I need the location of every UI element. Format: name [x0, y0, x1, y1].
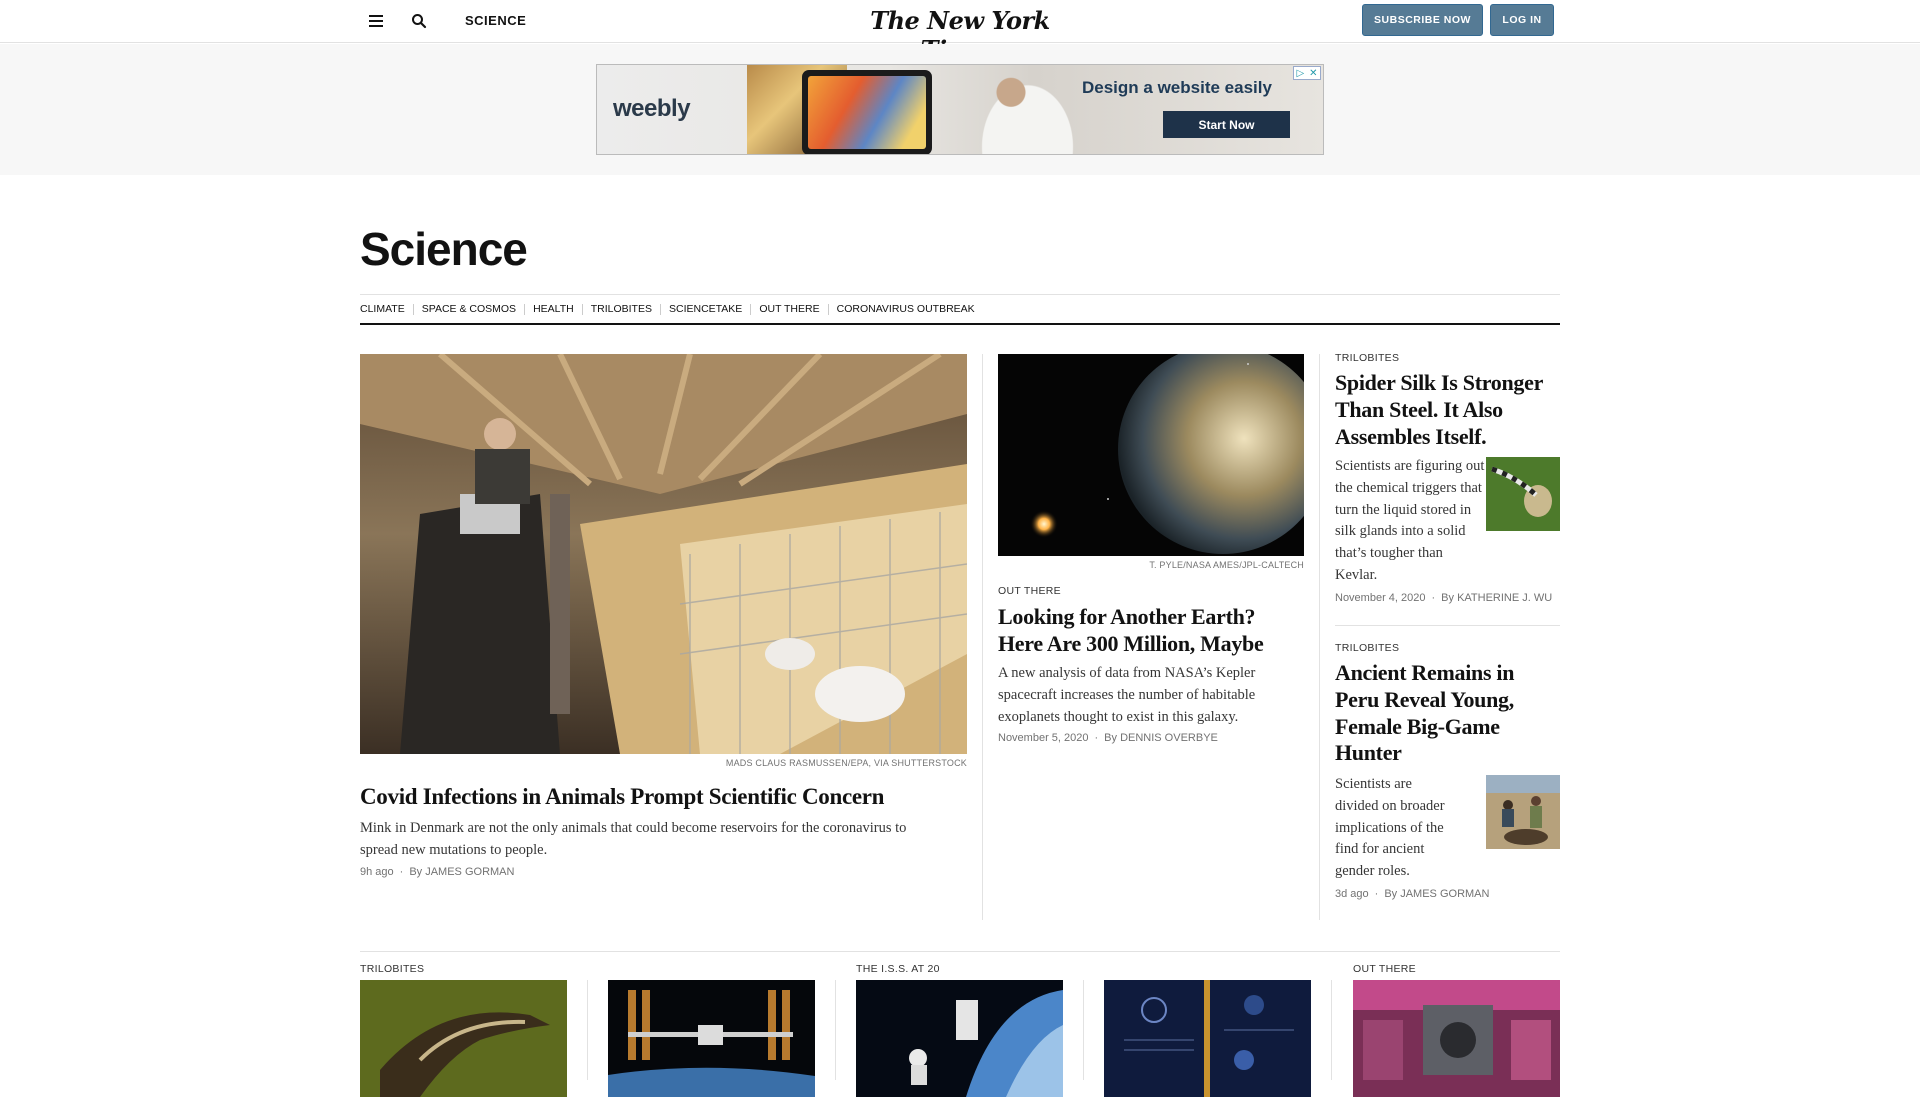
- column-divider: [982, 354, 983, 920]
- bottom-card[interactable]: TRILOBITES: [360, 963, 567, 1097]
- lead-author: By JAMES GORMAN: [409, 866, 515, 878]
- search-icon[interactable]: [408, 10, 430, 32]
- spider-thumbnail[interactable]: [1486, 457, 1560, 531]
- advertisement[interactable]: weebly Design a website easily Start Now…: [596, 64, 1324, 155]
- page-title: Science: [360, 223, 528, 275]
- bottom-card[interactable]: [1104, 963, 1311, 1097]
- bottom-rule: [360, 951, 1560, 952]
- ad-band: weebly Design a website easily Start Now…: [0, 44, 1920, 175]
- login-button[interactable]: LOG IN: [1490, 4, 1554, 36]
- lead-headline[interactable]: Covid Infections in Animals Prompt Scien…: [360, 783, 967, 811]
- subnav-climate[interactable]: CLIMATE: [360, 303, 413, 315]
- subnav-coronavirus[interactable]: CORONAVIRUS OUTBREAK: [827, 303, 983, 315]
- side1-byline: November 4, 2020 · By KATHERINE J. WU: [1335, 592, 1553, 604]
- mission-patch-thumbnail[interactable]: [1104, 980, 1311, 1097]
- bottom-card[interactable]: OUT THERE: [1353, 963, 1560, 1097]
- lead-story-image[interactable]: [360, 354, 967, 754]
- subnav-trilobites[interactable]: TRILOBITES: [581, 303, 660, 315]
- bottom-card-kicker[interactable]: THE I.S.S. AT 20: [856, 963, 1063, 977]
- exoplanet-image[interactable]: [998, 354, 1304, 556]
- bottom-divider: [835, 980, 836, 1080]
- side1-time: November 4, 2020: [1335, 592, 1426, 604]
- side-divider: [1335, 625, 1560, 626]
- side1-author: By KATHERINE J. WU: [1441, 592, 1553, 604]
- fossil-thumbnail[interactable]: [360, 980, 567, 1097]
- side1-headline[interactable]: Spider Silk Is Stronger Than Steel. It A…: [1335, 370, 1560, 450]
- column-divider: [1319, 354, 1320, 920]
- bottom-divider: [1331, 980, 1332, 1080]
- exoplanet-image-credit: T. PYLE/NASA AMES/JPL-CALTECH: [1149, 560, 1304, 570]
- ad-brand: weebly: [613, 95, 691, 122]
- space-station-thumbnail[interactable]: [608, 980, 815, 1097]
- second-time: November 5, 2020: [998, 732, 1089, 744]
- subnav-space-cosmos[interactable]: SPACE & COSMOS: [412, 303, 524, 315]
- station-interior-thumbnail[interactable]: [1353, 980, 1560, 1097]
- ad-person-image: [967, 65, 1077, 154]
- side2-kicker[interactable]: TRILOBITES: [1335, 642, 1399, 654]
- ad-choices-icon[interactable]: ▷ ✕: [1293, 66, 1321, 80]
- subnav-health[interactable]: HEALTH: [524, 303, 582, 315]
- side2-headline[interactable]: Ancient Remains in Peru Reveal Young, Fe…: [1335, 660, 1560, 767]
- bottom-card[interactable]: [608, 963, 815, 1097]
- section-subnav: CLIMATE SPACE & COSMOS HEALTH TRILOBITES…: [360, 294, 1560, 325]
- ad-headline: Design a website easily: [1082, 78, 1272, 97]
- bottom-card-kicker[interactable]: [608, 963, 815, 977]
- bottom-card-kicker[interactable]: OUT THERE: [1353, 963, 1560, 977]
- side1-kicker[interactable]: TRILOBITES: [1335, 352, 1399, 364]
- ad-cta-button[interactable]: Start Now: [1163, 111, 1290, 138]
- lead-image-credit: MADS CLAUS RASMUSSEN/EPA, VIA SHUTTERSTO…: [725, 758, 967, 768]
- subnav-out-there[interactable]: OUT THERE: [750, 303, 827, 315]
- second-summary: A new analysis of data from NASA’s Keple…: [998, 665, 1256, 725]
- side2-summary: Scientists are divided on broader implic…: [1335, 776, 1445, 879]
- bottom-card-kicker[interactable]: TRILOBITES: [360, 963, 567, 977]
- menu-icon[interactable]: [365, 10, 387, 32]
- section-link[interactable]: SCIENCE: [465, 13, 526, 28]
- ad-tablet-image: [802, 70, 932, 154]
- side2-author: By JAMES GORMAN: [1384, 888, 1490, 900]
- side2-time: 3d ago: [1335, 888, 1369, 900]
- side1-summary: Scientists are figuring out the chemical…: [1335, 458, 1485, 583]
- bottom-card[interactable]: THE I.S.S. AT 20: [856, 963, 1063, 1097]
- lead-byline: 9h ago · By JAMES GORMAN: [360, 866, 515, 878]
- bottom-divider: [587, 980, 588, 1080]
- top-bar: SCIENCE The New York Times SUBSCRIBE NOW…: [0, 0, 1920, 64]
- bottom-card-kicker[interactable]: [1104, 963, 1311, 977]
- excavation-thumbnail[interactable]: [1486, 775, 1560, 849]
- second-headline[interactable]: Looking for Another Earth? Here Are 300 …: [998, 604, 1304, 658]
- second-byline: November 5, 2020 · By DENNIS OVERBYE: [998, 732, 1218, 744]
- subnav-sciencetake[interactable]: SCIENCETAKE: [659, 303, 750, 315]
- lead-time: 9h ago: [360, 866, 394, 878]
- second-author: By DENNIS OVERBYE: [1104, 732, 1218, 744]
- subscribe-button[interactable]: SUBSCRIBE NOW: [1362, 4, 1483, 36]
- bottom-divider: [1083, 980, 1084, 1080]
- lead-summary: Mink in Denmark are not the only animals…: [360, 820, 907, 858]
- side2-byline: 3d ago · By JAMES GORMAN: [1335, 888, 1490, 900]
- spacewalk-thumbnail[interactable]: [856, 980, 1063, 1097]
- second-kicker[interactable]: OUT THERE: [998, 585, 1061, 597]
